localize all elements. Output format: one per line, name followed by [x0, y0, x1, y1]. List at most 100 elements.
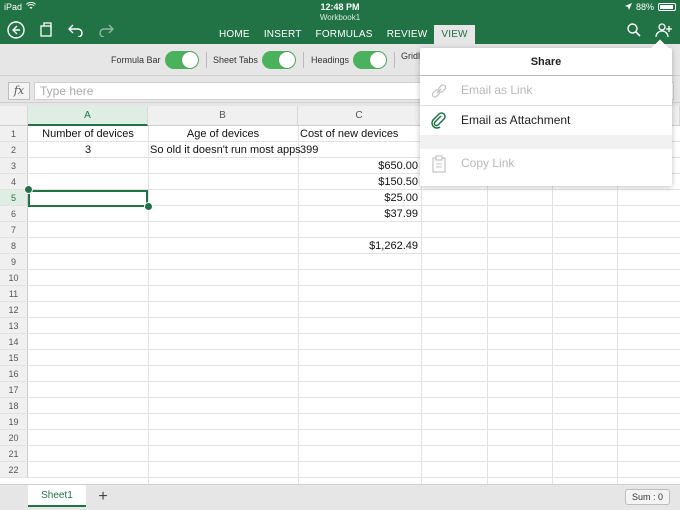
ribbon-divider — [206, 52, 207, 68]
redo-icon[interactable] — [96, 20, 116, 40]
tab-formulas[interactable]: FORMULAS — [309, 25, 380, 44]
fx-button[interactable]: fx — [8, 82, 30, 100]
gridline — [28, 429, 680, 430]
gridline — [28, 317, 680, 318]
row-header[interactable]: 9 — [0, 254, 28, 270]
gridline — [28, 285, 680, 286]
sum-status[interactable]: Sum : 0 — [624, 489, 670, 505]
location-icon — [624, 2, 632, 12]
sheet-tab-bar: Sheet1 + Sum : 0 — [0, 484, 680, 510]
copy-link-item[interactable]: Copy Link — [420, 149, 672, 178]
popover-section-gap — [420, 135, 672, 149]
cell-a2[interactable]: 3 — [28, 142, 148, 158]
share-popover: Share Email as Link Email as Attachment … — [420, 48, 672, 186]
row-header[interactable]: 18 — [0, 398, 28, 414]
battery-icon — [658, 3, 676, 11]
cell-b1[interactable]: Age of devices — [148, 126, 298, 142]
tab-home[interactable]: HOME — [212, 25, 257, 44]
gridline — [28, 445, 680, 446]
email-as-attachment-item[interactable]: Email as Attachment — [420, 106, 672, 135]
app-header: iPad 12:48 PM Workbook1 88% HOME INSERT … — [0, 0, 680, 44]
cell-a1[interactable]: Number of devices — [28, 126, 148, 142]
row-header[interactable]: 15 — [0, 350, 28, 366]
gridline — [28, 333, 680, 334]
row-header[interactable]: 8 — [0, 238, 28, 254]
gridline — [28, 301, 680, 302]
selected-cell-a5[interactable] — [28, 190, 148, 207]
sheet-tabs-toggle-group: Sheet Tabs — [213, 51, 296, 69]
tab-insert[interactable]: INSERT — [257, 25, 309, 44]
search-icon[interactable] — [624, 20, 644, 40]
cell-b2[interactable]: So old it doesn't run most apps — [148, 142, 301, 158]
gridline — [28, 349, 680, 350]
row-header[interactable]: 20 — [0, 430, 28, 446]
tab-review[interactable]: REVIEW — [380, 25, 435, 44]
paperclip-icon — [430, 112, 448, 130]
select-all-corner[interactable] — [0, 106, 28, 126]
row-header[interactable]: 22 — [0, 462, 28, 478]
sheet-tabs-toggle[interactable] — [261, 51, 296, 69]
row-header[interactable]: 16 — [0, 366, 28, 382]
cell-c6[interactable]: $37.99 — [298, 206, 421, 222]
cell-c1[interactable]: Cost of new devices — [298, 126, 421, 142]
row-header[interactable]: 17 — [0, 382, 28, 398]
row-header[interactable]: 12 — [0, 302, 28, 318]
battery-percent: 88% — [635, 2, 654, 12]
ribbon-tabs: HOME INSERT FORMULAS REVIEW VIEW — [212, 25, 475, 44]
row-header[interactable]: 6 — [0, 206, 28, 222]
column-header-b[interactable]: B — [148, 106, 298, 126]
headings-toggle[interactable] — [353, 51, 388, 69]
copy-link-label: Copy Link — [461, 156, 515, 170]
row-header[interactable]: 19 — [0, 414, 28, 430]
column-header-a[interactable]: A — [28, 106, 148, 126]
row-header[interactable]: 11 — [0, 286, 28, 302]
headings-toggle-group: Headings — [311, 51, 388, 69]
row-header[interactable]: 5 — [0, 190, 28, 206]
row-header[interactable]: 13 — [0, 318, 28, 334]
gridline — [28, 269, 680, 270]
share-title: Share — [420, 48, 672, 76]
add-sheet-button[interactable]: + — [92, 487, 114, 507]
cell-c2[interactable]: 399 — [298, 142, 421, 158]
file-icon[interactable] — [36, 20, 56, 40]
email-as-attachment-label: Email as Attachment — [461, 113, 571, 127]
email-as-link-item[interactable]: Email as Link — [420, 76, 672, 105]
headings-label: Headings — [311, 55, 350, 65]
share-person-icon[interactable] — [654, 20, 674, 40]
cell-c8[interactable]: $1,262.49 — [298, 238, 421, 254]
gridline — [28, 397, 680, 398]
cell-c3[interactable]: $650.00 — [298, 158, 421, 174]
gridline — [28, 365, 680, 366]
cell-c5[interactable]: $25.00 — [298, 190, 421, 206]
row-header[interactable]: 1 — [0, 126, 28, 142]
clipboard-icon — [430, 155, 448, 173]
ribbon-divider — [303, 52, 304, 68]
email-as-link-label: Email as Link — [461, 83, 533, 97]
row-header[interactable]: 7 — [0, 222, 28, 238]
gridline — [28, 477, 680, 478]
gridline — [28, 381, 680, 382]
selection-handle-bottom-right[interactable] — [144, 202, 153, 211]
row-header[interactable]: 2 — [0, 142, 28, 158]
row-header[interactable]: 3 — [0, 158, 28, 174]
sheet-tabs-label: Sheet Tabs — [213, 55, 258, 65]
back-icon[interactable] — [6, 20, 26, 40]
formula-bar-label: Formula Bar — [111, 55, 161, 65]
gridline — [28, 461, 680, 462]
gridline — [28, 413, 680, 414]
cell-c4[interactable]: $150.50 — [298, 174, 421, 190]
sheet-tab-sheet1[interactable]: Sheet1 — [28, 485, 86, 507]
ribbon-divider — [394, 52, 395, 68]
formula-bar-toggle[interactable] — [164, 51, 199, 69]
row-header[interactable]: 10 — [0, 270, 28, 286]
gridline — [148, 126, 149, 484]
status-time: 12:48 PM — [320, 2, 360, 12]
column-header-c[interactable]: C — [298, 106, 421, 126]
gridlines-label: Gridl — [401, 51, 421, 61]
gridlines-toggle-group: Gridl — [401, 51, 420, 61]
row-header[interactable]: 21 — [0, 446, 28, 462]
selection-handle-top-left[interactable] — [24, 185, 33, 194]
row-header[interactable]: 14 — [0, 334, 28, 350]
undo-icon[interactable] — [66, 20, 86, 40]
tab-view[interactable]: VIEW — [434, 25, 475, 44]
